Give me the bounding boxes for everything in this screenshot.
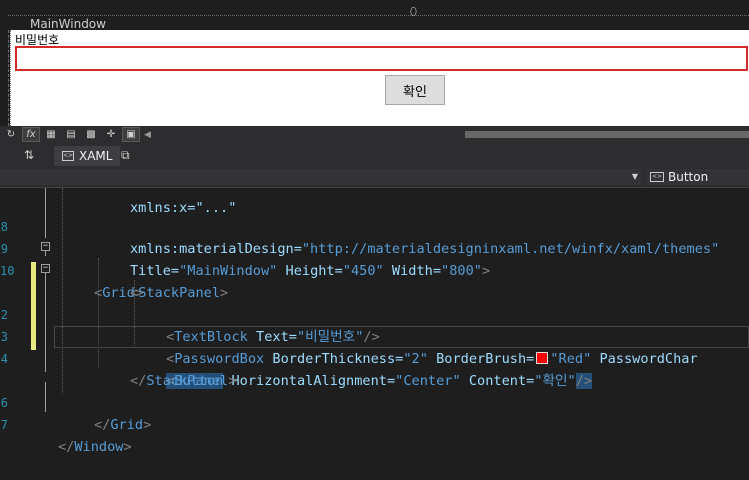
device-preview-icon[interactable]: ▣ xyxy=(122,127,140,142)
swap-panes-icon[interactable]: ⇅ xyxy=(24,148,34,162)
code-line: 6 </Grid> xyxy=(0,370,749,433)
fx-label: fx xyxy=(26,129,36,140)
effects-toggle-button[interactable]: fx xyxy=(22,127,40,142)
code-line: 4 <Button HorizontalAlignment="Center" C… xyxy=(0,326,749,389)
artboard-background-icon[interactable]: ▩ xyxy=(82,127,100,142)
confirm-button[interactable]: 확인 xyxy=(385,75,445,105)
code-line: 2 <TextBlock Text="비밀번호"/> xyxy=(0,282,749,345)
grid-toggle-icon[interactable]: ▦ xyxy=(42,127,60,142)
xaml-file-icon: <> xyxy=(62,151,74,161)
code-line: 8 xmlns:materialDesign="http://materiald… xyxy=(0,194,749,257)
scroll-left-icon[interactable]: ◀ xyxy=(144,130,151,140)
popout-window-icon[interactable]: ⧉ xyxy=(121,148,130,163)
designer-toolbar: ↻ fx ▦ ▤ ▩ ✛ ▣ ◀ xyxy=(0,126,749,143)
code-text: </Window> xyxy=(58,439,132,455)
code-line: <StackPanel> xyxy=(0,260,749,301)
code-text: </Grid> xyxy=(94,417,152,433)
window-title-bar: MainWindow xyxy=(8,15,749,31)
code-line: </StackPanel> xyxy=(0,348,749,389)
horizontal-scrollbar[interactable] xyxy=(465,131,749,138)
code-line: 10 <Grid> xyxy=(0,238,749,301)
window-content[interactable]: 비밀번호 확인 xyxy=(10,30,749,126)
snap-gridlines-icon[interactable]: ▤ xyxy=(62,127,80,142)
code-line: 3 <PasswordBox BorderThickness="2" Borde… xyxy=(0,304,749,367)
code-line: 9 Title="MainWindow" Height="450" Width=… xyxy=(0,216,749,279)
xaml-code-editor[interactable]: − − xmlns:x="..." 8 xmlns:materialDesign… xyxy=(0,188,749,455)
tab-xaml-label: XAML xyxy=(79,149,113,163)
code-line: 7 </Window> xyxy=(0,392,749,455)
view-tab-strip: ⇅ <> XAML ⧉ xyxy=(0,143,749,168)
window-title: MainWindow xyxy=(30,17,106,31)
xaml-designer-surface[interactable]: MainWindow ⬯ 비밀번호 확인 xyxy=(0,0,749,126)
refresh-icon[interactable]: ↻ xyxy=(2,127,20,142)
resize-handle-icon[interactable]: ⬯ xyxy=(410,5,417,19)
snap-to-lines-icon[interactable]: ✛ xyxy=(102,127,120,142)
password-box[interactable] xyxy=(15,46,748,71)
tab-xaml[interactable]: <> XAML xyxy=(54,146,121,166)
